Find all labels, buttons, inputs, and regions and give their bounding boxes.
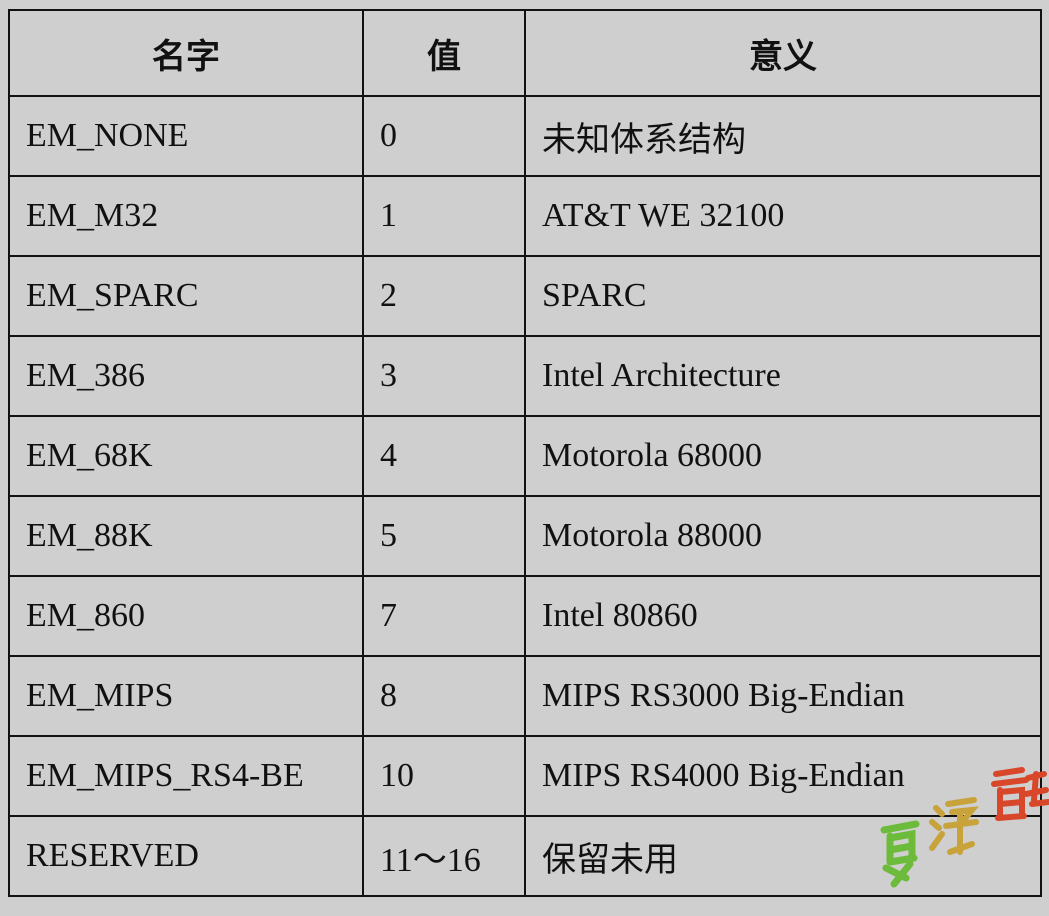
cell-name: EM_M32 [8, 175, 364, 257]
watermark-glyph-green [880, 820, 920, 888]
cell-name: EM_860 [8, 575, 364, 657]
table-row: EM_88K 5 Motorola 88000 [8, 495, 1042, 577]
cell-name: EM_386 [8, 335, 364, 417]
cell-meaning: Motorola 88000 [524, 495, 1042, 577]
cell-meaning: AT&T WE 32100 [524, 175, 1042, 257]
cell-name: EM_88K [8, 495, 364, 577]
table-row: EM_860 7 Intel 80860 [8, 575, 1042, 657]
cell-name: EM_68K [8, 415, 364, 497]
cell-meaning: Intel Architecture [524, 335, 1042, 417]
header-value: 值 [362, 9, 526, 97]
cell-value: 4 [362, 415, 526, 497]
header-name: 名字 [8, 9, 364, 97]
cell-meaning: Motorola 68000 [524, 415, 1042, 497]
watermark-logo [880, 767, 1049, 888]
cell-name: EM_MIPS_RS4-BE [8, 735, 364, 817]
cell-value: 5 [362, 495, 526, 577]
cell-value: 2 [362, 255, 526, 337]
table-row: EM_68K 4 Motorola 68000 [8, 415, 1042, 497]
cell-name: EM_SPARC [8, 255, 364, 337]
cell-value: 11～16 [362, 815, 526, 897]
cell-name: EM_NONE [8, 95, 364, 177]
cell-meaning: Intel 80860 [524, 575, 1042, 657]
cell-meaning: SPARC [524, 255, 1042, 337]
table-row: EM_SPARC 2 SPARC [8, 255, 1042, 337]
table-row: EM_M32 1 AT&T WE 32100 [8, 175, 1042, 257]
table-row: EM_MIPS 8 MIPS RS3000 Big-Endian [8, 655, 1042, 737]
cell-name: EM_MIPS [8, 655, 364, 737]
cell-value: 8 [362, 655, 526, 737]
watermark-glyph-red [991, 767, 1049, 821]
header-meaning: 意义 [524, 9, 1042, 97]
watermark-glyph-gold [929, 797, 979, 855]
cell-meaning: MIPS RS3000 Big-Endian [524, 655, 1042, 737]
cell-meaning: 未知体系结构 [524, 95, 1042, 177]
cell-value: 7 [362, 575, 526, 657]
cell-value: 3 [362, 335, 526, 417]
cell-value: 1 [362, 175, 526, 257]
table-row: EM_NONE 0 未知体系结构 [8, 95, 1042, 177]
table-header-row: 名字 值 意义 [8, 9, 1042, 97]
cell-value: 0 [362, 95, 526, 177]
table-row: EM_386 3 Intel Architecture [8, 335, 1042, 417]
cell-name: RESERVED [8, 815, 364, 897]
cell-value: 10 [362, 735, 526, 817]
